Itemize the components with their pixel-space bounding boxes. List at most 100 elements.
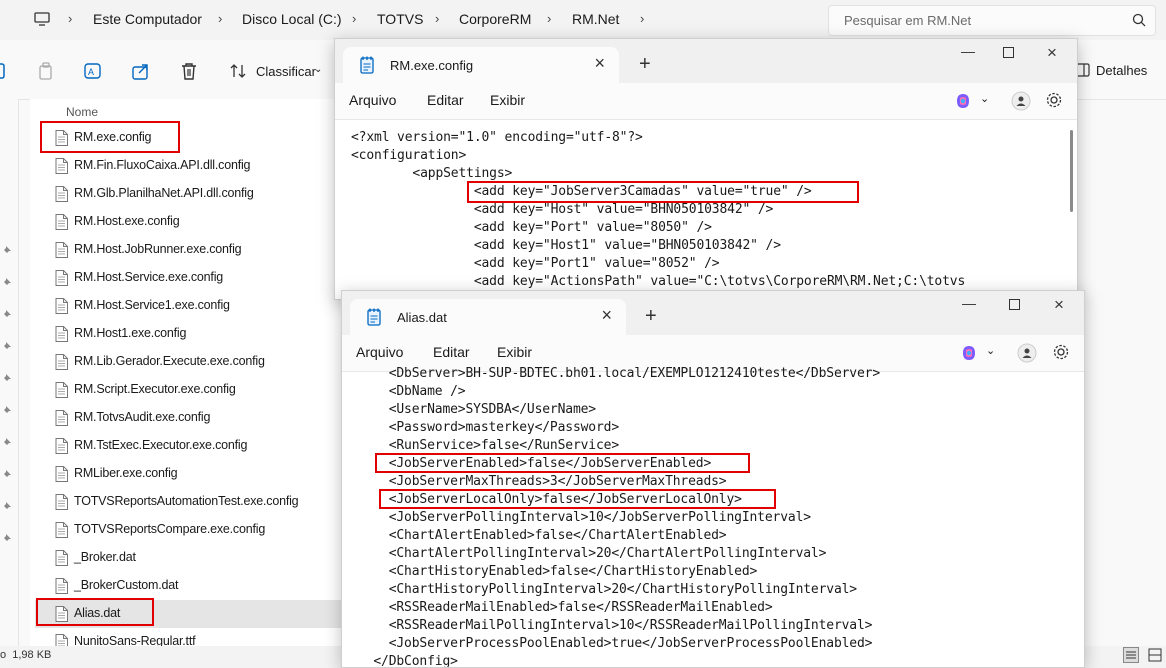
code-line: <ChartAlertPollingInterval>20</ChartAler… — [358, 546, 827, 561]
pin-icon — [2, 500, 13, 511]
file-row[interactable]: _Broker.dat — [35, 544, 345, 572]
notepad-icon — [360, 56, 374, 74]
file-row[interactable]: RM.Script.Executor.exe.config — [35, 376, 345, 404]
copilot-icon[interactable] — [954, 92, 972, 110]
pin-icon — [2, 404, 13, 415]
file-row[interactable]: _BrokerCustom.dat — [35, 572, 345, 600]
gear-icon[interactable] — [1052, 343, 1070, 361]
file-row[interactable]: RM.Glb.PlanilhaNet.API.dll.config — [35, 180, 345, 208]
close-tab-icon[interactable]: × — [601, 305, 612, 326]
code-line: <add key="ActionsPath" value="C:\totvs\C… — [351, 274, 966, 289]
menu-editar[interactable]: Editar — [427, 92, 464, 108]
file-row[interactable]: RM.TotvsAudit.exe.config — [35, 404, 345, 432]
menu-arquivo[interactable]: Arquivo — [356, 344, 403, 360]
file-row[interactable]: RM.Lib.Gerador.Execute.exe.config — [35, 348, 345, 376]
file-icon — [55, 494, 68, 510]
breadcrumb-corporerm[interactable]: CorporeRM — [459, 11, 531, 27]
breadcrumb-este-computador[interactable]: Este Computador — [93, 11, 202, 27]
share-icon[interactable] — [131, 61, 151, 81]
file-name: RM.TstExec.Executor.exe.config — [74, 438, 248, 452]
column-header-name[interactable]: Nome — [66, 105, 98, 119]
file-list: Nome RM.exe.config RM.Fin.FluxoCaixa.API.… — [30, 99, 350, 650]
minimize-icon[interactable]: — — [962, 295, 976, 311]
sort-icon — [230, 63, 248, 79]
close-tab-icon[interactable]: × — [594, 53, 605, 74]
status-text: o 1,98 KB — [0, 649, 52, 661]
search-box[interactable]: Pesquisar em RM.Net — [828, 5, 1156, 36]
pin-icon — [2, 468, 13, 479]
menu-arquivo[interactable]: Arquivo — [349, 92, 396, 108]
code-line: <appSettings> — [351, 166, 513, 181]
breadcrumb-totvs[interactable]: TOTVS — [377, 11, 423, 27]
breadcrumb-rmnet[interactable]: RM.Net — [572, 11, 619, 27]
tab-alias-dat[interactable]: Alias.dat × — [350, 299, 626, 335]
chevron-down-icon[interactable]: ⌄ — [986, 344, 995, 357]
file-row[interactable]: RMLiber.exe.config — [35, 460, 345, 488]
trash-icon[interactable] — [179, 61, 199, 81]
file-row[interactable]: RM.TstExec.Executor.exe.config — [35, 432, 345, 460]
details-view-icon[interactable] — [1123, 647, 1139, 663]
minimize-icon[interactable]: — — [961, 43, 975, 59]
file-row[interactable]: RM.Host.Service1.exe.config — [35, 292, 345, 320]
vertical-scrollbar[interactable] — [1070, 130, 1073, 212]
pin-icon — [2, 532, 13, 543]
search-input[interactable]: Pesquisar em RM.Net — [844, 13, 971, 28]
highlight-jobserver3camadas — [467, 181, 859, 203]
file-icon — [55, 214, 68, 230]
file-icon — [55, 186, 68, 202]
breadcrumb-disco-local[interactable]: Disco Local (C:) — [242, 11, 342, 27]
computer-icon[interactable] — [34, 11, 50, 27]
chevron-right-icon: › — [68, 11, 73, 26]
code-line: <ChartHistoryEnabled>false</ChartHistory… — [358, 564, 758, 579]
new-tab-icon[interactable]: + — [645, 305, 657, 328]
user-icon[interactable] — [1011, 91, 1031, 111]
search-icon[interactable] — [1132, 13, 1146, 27]
copilot-icon[interactable] — [960, 344, 978, 362]
chevron-right-icon: › — [218, 11, 223, 26]
file-row[interactable]: RM.Host1.exe.config — [35, 320, 345, 348]
file-name: _Broker.dat — [74, 550, 136, 564]
file-row[interactable]: RM.Host.exe.config — [35, 208, 345, 236]
code-line: <add key="Host" value="BHN050103842" /> — [351, 202, 774, 217]
close-window-icon[interactable]: × — [1047, 43, 1057, 63]
file-name: RM.Glb.PlanilhaNet.API.dll.config — [74, 186, 254, 200]
new-tab-icon[interactable]: + — [639, 53, 651, 76]
file-name: TOTVSReportsAutomationTest.exe.config — [74, 494, 299, 508]
gear-icon[interactable] — [1045, 91, 1063, 109]
file-row[interactable]: TOTVSReportsAutomationTest.exe.config — [35, 488, 345, 516]
highlight-rm-exe-config — [40, 121, 180, 153]
code-line: <JobServerProcessPoolEnabled>true</JobSe… — [358, 636, 873, 651]
file-icon — [55, 298, 68, 314]
file-row[interactable]: RM.Fin.FluxoCaixa.API.dll.config — [35, 152, 345, 180]
cut-icon[interactable] — [0, 61, 14, 81]
maximize-icon[interactable] — [1009, 299, 1020, 310]
chevron-down-icon[interactable]: ⌄ — [980, 92, 989, 105]
title-bar: RM.exe.config × + — × — [335, 39, 1077, 83]
user-icon[interactable] — [1017, 343, 1037, 363]
chevron-right-icon: › — [640, 11, 645, 26]
tiles-view-icon[interactable] — [1147, 647, 1163, 663]
close-window-icon[interactable]: × — [1054, 295, 1064, 315]
tab-rm-exe-config[interactable]: RM.exe.config × — [343, 47, 619, 83]
file-row[interactable]: TOTVSReportsCompare.exe.config — [35, 516, 345, 544]
file-row[interactable]: RM.Host.JobRunner.exe.config — [35, 236, 345, 264]
navigation-pane — [0, 99, 19, 646]
menu-exibir[interactable]: Exibir — [490, 92, 525, 108]
code-line: <RSSReaderMailEnabled>false</RSSReaderMa… — [358, 600, 773, 615]
code-line: <JobServerMaxThreads>3</JobServerMaxThre… — [358, 474, 727, 489]
menu-exibir[interactable]: Exibir — [497, 344, 532, 360]
file-row[interactable]: RM.Host.Service.exe.config — [35, 264, 345, 292]
code-line: <RSSReaderMailPollingInterval>10</RSSRea… — [358, 618, 873, 633]
text-editor[interactable]: <DbServer>BH-SUP-BDTEC.bh01.local/EXEMPL… — [342, 366, 1084, 667]
code-line: <RunService>false</RunService> — [358, 438, 620, 453]
notepad-window-alias-dat: Alias.dat × + — × Arquivo Editar Exibir … — [341, 290, 1085, 668]
file-name: RM.Host.Service1.exe.config — [74, 298, 230, 312]
maximize-icon[interactable] — [1003, 47, 1014, 58]
menu-editar[interactable]: Editar — [433, 344, 470, 360]
copy-icon[interactable] — [36, 61, 56, 81]
pin-icon — [2, 276, 13, 287]
pin-icon — [2, 340, 13, 351]
text-editor[interactable]: <?xml version="1.0" encoding="utf-8"?> <c… — [335, 120, 1077, 299]
rename-icon[interactable]: A — [83, 61, 103, 81]
code-line: <DbServer>BH-SUP-BDTEC.bh01.local/EXEMPL… — [358, 366, 881, 381]
